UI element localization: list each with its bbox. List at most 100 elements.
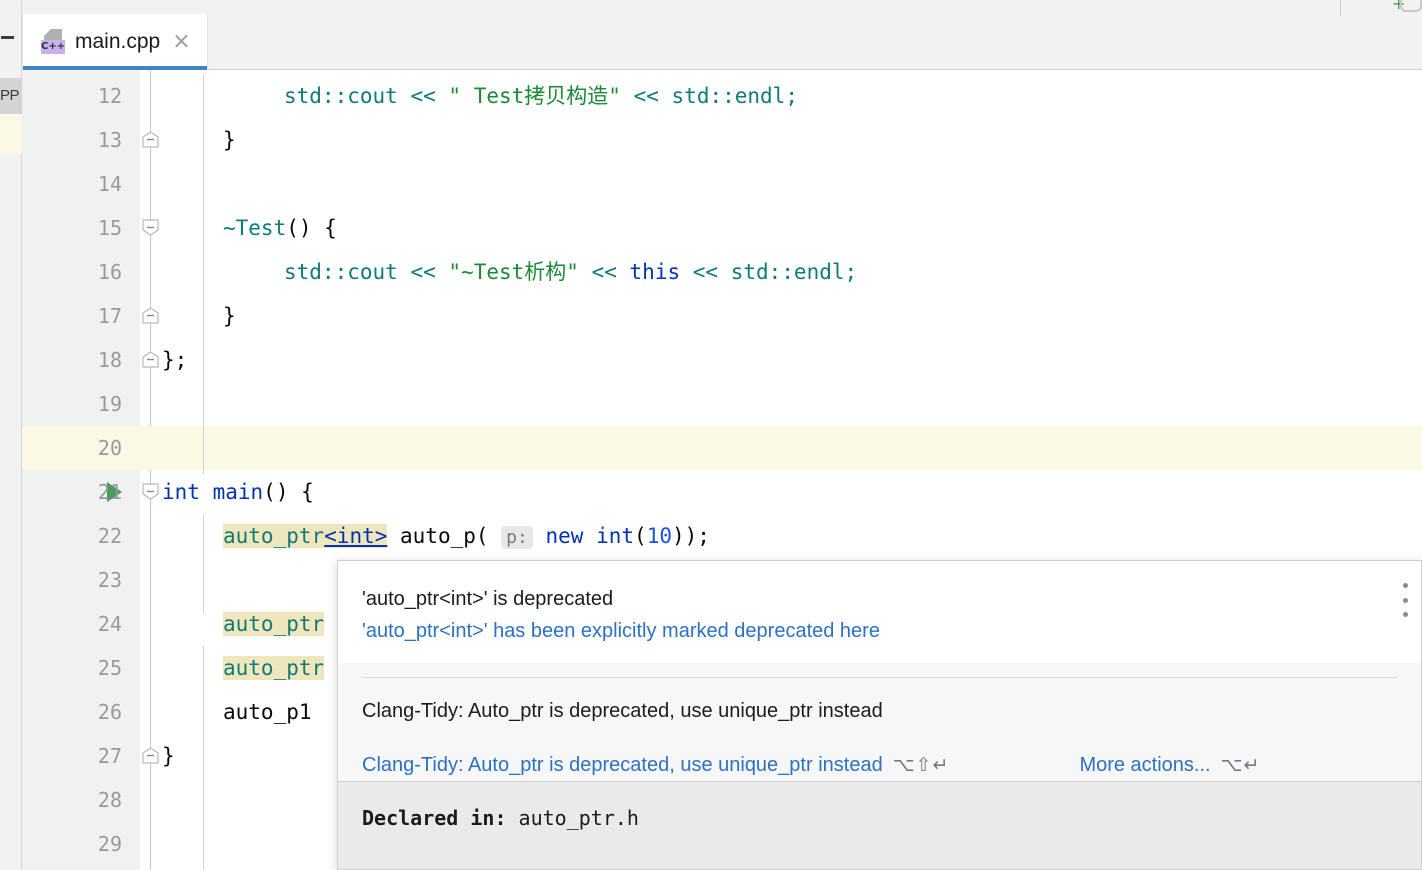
tab-label: main.cpp	[75, 30, 161, 53]
code-token: <<	[692, 260, 719, 284]
code-line-row[interactable]: 21 int main() {	[22, 470, 1422, 514]
code-line-row[interactable]: 20	[22, 426, 1422, 470]
code-token: std::endl;	[730, 260, 858, 284]
code-text[interactable]: std::cout << " Test拷贝构造" << std::endl;	[284, 74, 798, 118]
code-token: auto_ptr	[223, 656, 325, 680]
line-number: 28	[97, 788, 122, 812]
code-token: this	[629, 260, 681, 284]
line-number: 19	[97, 392, 122, 416]
code-line-row[interactable]: 14	[22, 162, 1422, 206]
code-text[interactable]: };	[162, 338, 187, 382]
kebab-menu-icon[interactable]	[1397, 583, 1413, 617]
code-token: }	[223, 128, 236, 152]
quick-fix-link[interactable]: Clang-Tidy: Auto_ptr is deprecated, use …	[362, 754, 883, 777]
popup-subtitle-link[interactable]: 'auto_ptr<int>' has been explicitly mark…	[362, 615, 1397, 647]
code-text[interactable]: std::cout << "~Test析构" << this << std::e…	[284, 250, 857, 294]
line-number: 29	[97, 832, 122, 856]
line-number: 22	[97, 524, 122, 548]
popup-header: 'auto_ptr<int>' is deprecated 'auto_ptr<…	[338, 561, 1421, 663]
code-text[interactable]: }	[223, 294, 236, 338]
line-number: 20	[97, 436, 122, 460]
line-number: 25	[97, 656, 122, 680]
code-token: };	[162, 348, 188, 372]
tabbar-corner-widget[interactable]	[1400, 0, 1422, 12]
cpp-file-icon: C++	[41, 29, 65, 55]
close-icon[interactable]: ×	[170, 31, 190, 53]
code-line-row[interactable]: 18};	[22, 338, 1422, 382]
code-token: <int>	[324, 524, 388, 548]
code-text[interactable]: auto_ptr<int> auto_p( p: new int(10));	[223, 514, 710, 558]
line-number: 16	[97, 260, 122, 284]
code-text[interactable]: auto_p1	[223, 690, 312, 734]
inspection-tooltip-popup[interactable]: 'auto_ptr<int>' is deprecated 'auto_ptr<…	[337, 560, 1422, 870]
code-text[interactable]: auto_ptr	[223, 602, 325, 646]
code-text[interactable]: auto_ptr	[223, 646, 325, 690]
code-token: () {	[263, 480, 314, 504]
popup-description-section: Clang-Tidy: Auto_ptr is deprecated, use …	[338, 678, 1421, 740]
collapsed-tool-tab[interactable]: PP	[0, 78, 22, 114]
code-line-row[interactable]: 13}	[22, 118, 1422, 162]
line-number: 24	[97, 612, 122, 636]
popup-footer: Declared in: auto_ptr.h	[338, 781, 1421, 869]
line-number: 27	[97, 744, 122, 768]
code-token: <<	[591, 260, 617, 284]
code-text[interactable]: }	[162, 734, 175, 778]
code-token: "~Test析构"	[448, 260, 579, 284]
cpp-badge-label: C++	[41, 40, 66, 54]
popup-title: 'auto_ptr<int>' is deprecated	[362, 588, 614, 610]
minimize-icon[interactable]	[1, 36, 14, 39]
code-token: auto_p1	[223, 700, 312, 724]
code-line-row[interactable]: 22 auto_ptr<int> auto_p( p: new int(10));	[22, 514, 1422, 558]
code-line-row[interactable]: 17}	[22, 294, 1422, 338]
code-token: std::endl;	[671, 84, 798, 108]
indent-guide	[203, 514, 204, 614]
editor-tab-bar: C++ main.cpp × +	[22, 0, 1422, 70]
line-number: 26	[97, 700, 122, 724]
code-line-row[interactable]: 19	[22, 382, 1422, 426]
declared-in-file[interactable]: auto_ptr.h	[519, 806, 639, 830]
line-number: 18	[97, 348, 122, 372]
code-line-row[interactable]: 15 ~Test() {	[22, 206, 1422, 250]
code-line-row[interactable]: 12 std::cout << " Test拷贝构造" << std::endl;	[22, 74, 1422, 118]
code-text[interactable]: }	[223, 118, 236, 162]
code-token: std::cout	[284, 260, 398, 284]
code-token: (	[634, 524, 647, 548]
declared-in-label: Declared in:	[362, 806, 507, 830]
code-token: std::cout	[284, 84, 398, 108]
code-text[interactable]: int main() {	[162, 470, 314, 514]
popup-description: Clang-Tidy: Auto_ptr is deprecated, use …	[362, 700, 883, 722]
line-number: 17	[97, 304, 122, 328]
code-token: main	[212, 480, 264, 504]
code-token: <<	[410, 260, 436, 284]
line-number: 14	[97, 172, 122, 196]
code-token: new	[545, 524, 584, 548]
code-line-row[interactable]: 16 std::cout << "~Test析构" << this << std:…	[22, 250, 1422, 294]
indent-guide	[203, 74, 204, 474]
more-actions-link[interactable]: More actions...	[1079, 754, 1210, 777]
code-token: auto_ptr	[223, 612, 325, 636]
code-token: " Test拷贝构造"	[448, 84, 621, 108]
code-token: int	[596, 524, 635, 548]
code-token: p:	[501, 526, 533, 549]
left-strip-highlight-marker	[0, 114, 22, 154]
left-tool-strip: PP	[0, 0, 22, 870]
line-number: 13	[97, 128, 122, 152]
code-token: 10	[646, 524, 672, 548]
line-number: 23	[97, 568, 122, 592]
code-text[interactable]: ~Test() {	[223, 206, 337, 250]
code-token: }	[162, 744, 175, 768]
code-token: <<	[633, 84, 659, 108]
more-actions-shortcut: ⌥↵	[1220, 754, 1261, 776]
code-token: auto_ptr	[223, 524, 325, 548]
code-token: auto_p(	[387, 524, 502, 548]
tab-main-cpp[interactable]: C++ main.cpp ×	[22, 14, 208, 70]
